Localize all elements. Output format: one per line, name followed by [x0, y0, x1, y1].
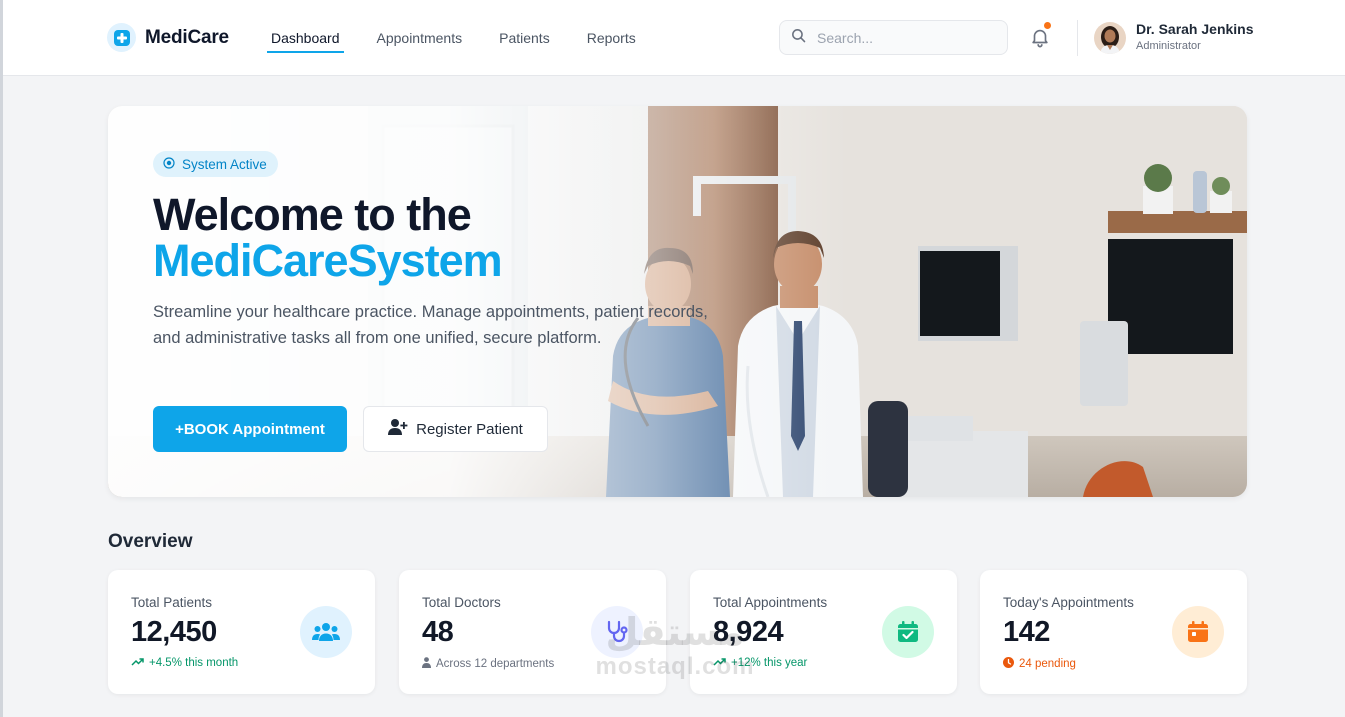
bell-icon	[1029, 29, 1051, 52]
search-box	[779, 20, 1008, 55]
main-nav: Dashboard Appointments Patients Reports	[267, 0, 673, 76]
notifications-button[interactable]	[1029, 22, 1051, 48]
stat-value: 12,450	[131, 616, 217, 648]
user-plus-icon	[388, 418, 408, 440]
stat-note: 24 pending	[1003, 657, 1076, 671]
page-edge	[0, 0, 3, 717]
stat-card-today-appointments[interactable]: Today's Appointments 142 24 pending	[980, 570, 1247, 694]
nav-dashboard[interactable]: Dashboard	[267, 24, 343, 53]
trend-up-icon	[131, 657, 144, 669]
hero-title-line2: MediCareSystem	[153, 235, 503, 286]
user-name: Dr. Sarah Jenkins	[1136, 21, 1254, 37]
stat-label: Total Appointments	[713, 595, 828, 610]
calendar-check-icon	[882, 606, 934, 658]
calendar-icon	[1172, 606, 1224, 658]
nav-appointments[interactable]: Appointments	[377, 24, 463, 52]
trend-up-icon	[713, 657, 726, 669]
top-navbar: MediCare Dashboard Appointments Patients…	[3, 0, 1345, 76]
stat-value: 8,924	[713, 616, 784, 648]
status-icon	[163, 156, 175, 172]
stat-note: Across 12 departments	[422, 657, 554, 671]
doctor-icon	[422, 657, 431, 671]
stat-label: Total Patients	[131, 595, 213, 610]
hero-description: Streamline your healthcare practice. Man…	[153, 303, 708, 347]
hero-title: Welcome to the MediCareSystem	[153, 189, 503, 286]
stat-note-text: Across 12 departments	[436, 658, 555, 670]
clock-icon	[1003, 657, 1014, 671]
stat-note: +4.5% this month	[131, 657, 238, 669]
register-patient-button[interactable]: Register Patient	[363, 406, 548, 452]
search-icon	[790, 27, 807, 49]
stethoscope-icon	[591, 606, 643, 658]
avatar	[1094, 21, 1126, 54]
nav-patients[interactable]: Patients	[499, 24, 550, 52]
user-menu[interactable]: Dr. Sarah Jenkins Administrator	[1094, 21, 1254, 54]
stat-note-text: +12% this year	[731, 657, 808, 669]
users-icon	[300, 606, 352, 658]
register-patient-label: Register Patient	[416, 420, 523, 438]
user-role: Administrator	[1136, 40, 1201, 52]
brand-name: MediCare	[145, 26, 229, 48]
hero-banner: System Active Welcome to the MediCareSys…	[108, 106, 1247, 497]
status-badge-label: System Active	[182, 156, 267, 172]
medical-plus-icon	[107, 23, 136, 52]
stat-label: Today's Appointments	[1003, 595, 1134, 610]
stat-note-text: +4.5% this month	[149, 657, 239, 669]
header-divider	[1077, 20, 1078, 56]
stat-note: +12% this year	[713, 657, 807, 669]
brand[interactable]: MediCare	[107, 23, 229, 52]
stat-card-total-patients[interactable]: Total Patients 12,450 +4.5% this month	[108, 570, 375, 694]
stat-card-total-appointments[interactable]: Total Appointments 8,924 +12% this year	[690, 570, 957, 694]
status-badge: System Active	[153, 151, 278, 177]
stat-label: Total Doctors	[422, 595, 501, 610]
hero-title-line1: Welcome to the	[153, 189, 472, 240]
book-appointment-button[interactable]: +BOOK Appointment	[153, 406, 347, 452]
overview-heading: Overview	[108, 531, 193, 552]
search-input[interactable]	[817, 29, 987, 46]
nav-reports[interactable]: Reports	[587, 24, 636, 52]
stat-note-text: 24 pending	[1019, 658, 1076, 670]
stat-value: 142	[1003, 616, 1050, 648]
user-info: Dr. Sarah Jenkins Administrator	[1136, 21, 1254, 54]
stat-card-total-doctors[interactable]: Total Doctors 48 Across 12 departments	[399, 570, 666, 694]
notification-dot	[1044, 22, 1051, 29]
stat-value: 48	[422, 616, 454, 648]
